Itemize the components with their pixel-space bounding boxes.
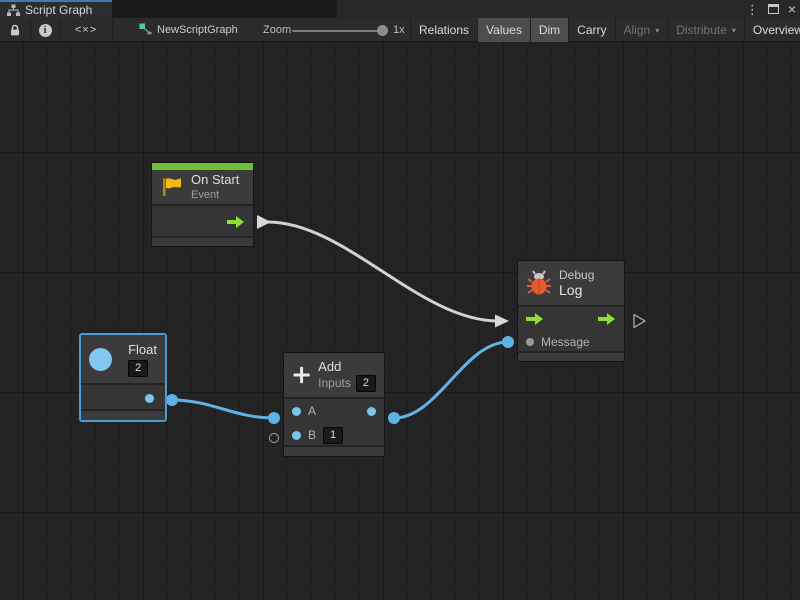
float-value-field[interactable]: 2 <box>128 360 148 377</box>
align-button[interactable]: Align ▾ <box>615 18 668 42</box>
values-button[interactable]: Values <box>477 18 530 42</box>
node-footer <box>81 409 165 420</box>
lock-button[interactable] <box>4 18 26 42</box>
window-menu-icon[interactable]: ⋮ <box>746 3 759 16</box>
flow-wire-start-arrow <box>257 215 271 229</box>
port-label: A <box>308 404 316 418</box>
tab-label: Script Graph <box>25 3 92 17</box>
flag-icon <box>160 176 184 198</box>
float-output-port[interactable] <box>145 394 154 403</box>
zoom-slider-track[interactable] <box>292 30 386 32</box>
carry-button[interactable]: Carry <box>568 18 614 42</box>
distribute-button[interactable]: Distribute ▾ <box>667 18 744 42</box>
unconnected-flow-output-triangle[interactable] <box>634 315 645 328</box>
relations-button[interactable]: Relations <box>410 18 477 42</box>
node-on-start-event[interactable]: On Start Event <box>151 162 254 247</box>
hierarchy-icon <box>7 4 20 17</box>
zoom-label: Zoom <box>263 18 291 42</box>
port-label: Message <box>541 335 590 349</box>
node-subtitle: Log <box>559 282 594 299</box>
port-label: B <box>308 428 316 442</box>
flow-wire-onstart-to-log[interactable] <box>268 222 498 321</box>
node-title: Add <box>318 359 376 375</box>
inputs-label: Inputs <box>318 376 351 390</box>
message-input-port[interactable] <box>526 338 534 346</box>
node-float-literal[interactable]: Float 2 <box>80 334 166 421</box>
overview-button[interactable]: Overview <box>744 18 800 42</box>
close-icon[interactable]: × <box>788 2 796 16</box>
chevron-down-icon: ▾ <box>655 26 659 35</box>
info-button[interactable]: i <box>34 18 56 42</box>
add-input-a-port[interactable] <box>292 407 301 416</box>
plus-icon <box>292 362 311 388</box>
unity-script-graph-window: Script Graph ⋮ × i <×> NewScriptGraph Zo… <box>0 0 800 600</box>
info-icon: i <box>39 24 52 37</box>
value-wire-add-to-log[interactable] <box>394 342 508 418</box>
graph-name-label[interactable]: NewScriptGraph <box>157 18 238 42</box>
wire-endpoint-dot <box>502 336 514 348</box>
float-type-icon <box>89 348 112 371</box>
node-title: Float <box>128 342 157 358</box>
node-debug-log[interactable]: Debug Log Message <box>517 260 625 362</box>
wires-layer <box>0 42 800 600</box>
wire-endpoint-dot <box>388 412 400 424</box>
node-title: On Start <box>191 172 239 188</box>
flow-input-port-icon[interactable] <box>526 313 544 325</box>
flow-output-port-icon[interactable] <box>598 313 616 325</box>
code-icon: <×> <box>75 24 97 36</box>
distribute-label: Distribute <box>676 23 727 37</box>
add-input-b-port[interactable] <box>292 431 301 440</box>
bug-icon <box>526 270 552 296</box>
unconnected-value-port-circle[interactable] <box>269 433 279 443</box>
zoom-slider-handle[interactable] <box>377 25 388 36</box>
node-footer <box>518 351 624 361</box>
inputs-count-field[interactable]: 2 <box>356 375 376 392</box>
wire-endpoint-dot <box>166 394 178 406</box>
window-controls: ⋮ × <box>746 0 796 18</box>
wire-endpoint-dot <box>268 412 280 424</box>
toolbar-buttons: Relations Values Dim Carry Align ▾ Distr… <box>410 18 800 42</box>
node-subtitle: Event <box>191 188 239 202</box>
b-value-field[interactable]: 1 <box>323 427 343 444</box>
maximize-icon[interactable] <box>768 4 779 14</box>
flow-wire-end-arrow <box>495 315 509 328</box>
node-footer <box>152 236 253 246</box>
node-title: Debug <box>559 268 594 282</box>
tab-script-graph[interactable]: Script Graph <box>0 0 112 18</box>
script-graph-icon <box>139 23 153 37</box>
zoom-value: 1x <box>393 18 405 42</box>
dim-button[interactable]: Dim <box>530 18 568 42</box>
node-footer <box>284 445 384 456</box>
event-accent-bar <box>152 163 253 170</box>
add-output-port[interactable] <box>367 407 376 416</box>
node-add[interactable]: Add Inputs 2 A B 1 <box>283 352 385 457</box>
value-wire-float-to-add[interactable] <box>172 400 274 418</box>
code-view-button[interactable]: <×> <box>68 18 104 42</box>
graph-canvas[interactable]: On Start Event <box>0 42 800 600</box>
align-label: Align <box>624 23 651 37</box>
tab-bar: Script Graph ⋮ × <box>0 0 800 18</box>
lock-icon <box>8 23 22 37</box>
chevron-down-icon: ▾ <box>732 26 736 35</box>
flow-output-port-icon[interactable] <box>227 216 245 228</box>
